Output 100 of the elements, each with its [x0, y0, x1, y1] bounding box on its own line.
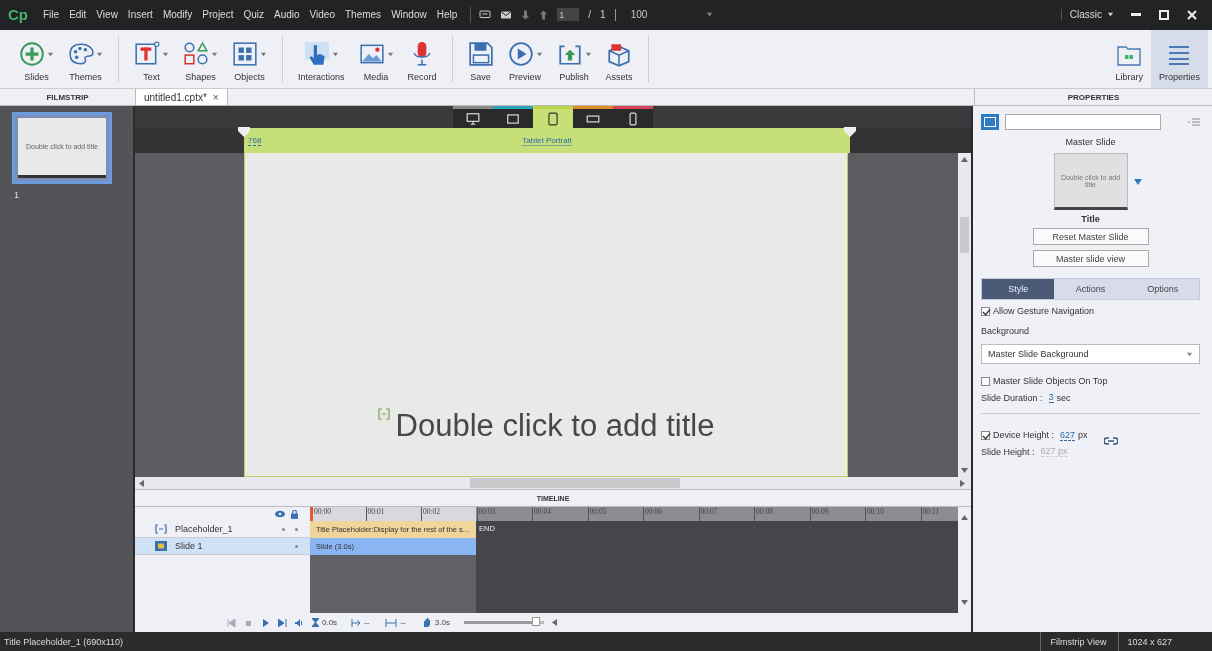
toolbar-button[interactable]: Preview [500, 29, 550, 89]
field-label: Slide Duration : [981, 392, 1043, 403]
toolbar-button[interactable]: Text [127, 29, 176, 89]
background-dropdown[interactable]: Master Slide Background [981, 344, 1200, 365]
play-icon[interactable] [261, 618, 270, 627]
name-field[interactable] [1005, 114, 1161, 131]
skip-start-icon[interactable] [227, 618, 236, 627]
width-value: 768 [248, 135, 262, 146]
link-icon[interactable] [1103, 435, 1118, 446]
device-tab[interactable] [573, 106, 613, 129]
left-arrow-icon [139, 479, 144, 487]
lead-in-time: -- [364, 618, 370, 628]
span-time: -- [400, 618, 406, 628]
plus-circle-icon [19, 41, 45, 68]
menu-item[interactable]: Edit [64, 9, 92, 21]
slide-type-icon [981, 114, 999, 131]
up-arrow-icon [961, 157, 968, 163]
toolbar-button[interactable]: Assets [598, 29, 640, 89]
menu-item[interactable]: Help [431, 9, 463, 21]
menu-item[interactable]: Project [197, 9, 239, 21]
up-arrow-icon[interactable] [539, 9, 549, 20]
title-placeholder[interactable]: Double click to add title [395, 408, 715, 445]
comment-icon[interactable] [479, 8, 492, 21]
speaker-icon[interactable] [295, 618, 304, 627]
tablet-icon [506, 111, 520, 126]
panel-tab[interactable]: Actions [1054, 279, 1127, 300]
menu-item[interactable]: View [91, 9, 123, 21]
hourglass-icon [312, 618, 319, 628]
dropdown-arrow-icon[interactable] [1133, 178, 1142, 185]
close-tab-button[interactable]: × [212, 91, 219, 103]
toolbar-button[interactable]: Media [351, 29, 401, 89]
device-tab[interactable] [453, 106, 493, 129]
handle-icon[interactable] [844, 127, 856, 138]
toolbar-button[interactable]: Interactions [291, 29, 352, 89]
maximize-icon [1159, 9, 1169, 20]
device-tab[interactable] [493, 106, 533, 129]
status-text: Title Placeholder_1 (690x110) [4, 636, 124, 647]
view-mode-button[interactable]: Filmstrip View [1039, 632, 1119, 651]
caret-icon [1186, 350, 1193, 358]
minimize-icon [1131, 13, 1141, 17]
caret-icon [162, 50, 169, 58]
menu-item[interactable]: Window [386, 9, 432, 21]
toolbar-button[interactable]: Objects [225, 29, 274, 89]
caret-icon [211, 50, 218, 58]
action-button[interactable]: Master slide view [1032, 250, 1149, 268]
checkbox[interactable]: Master Slide Objects On Top [981, 376, 1200, 387]
up-arrow-icon [961, 515, 968, 521]
box-icon [606, 41, 633, 68]
down-arrow-icon[interactable] [521, 9, 531, 20]
action-button[interactable]: Reset Master Slide [1032, 228, 1149, 246]
panel-tab[interactable]: Style [982, 279, 1055, 300]
height-value[interactable]: 627 [1060, 429, 1076, 441]
menu-item[interactable]: File [38, 9, 65, 21]
caret-icon [386, 50, 394, 58]
span-icon [385, 618, 398, 627]
horizontal-scrollbar[interactable] [135, 477, 971, 491]
panel-title: PROPERTIES [1067, 92, 1120, 102]
skip-end-icon[interactable] [278, 618, 287, 627]
layout-name: Title [1081, 214, 1100, 225]
down-arrow-icon [961, 468, 968, 474]
toolbar-button[interactable]: Publish [549, 29, 599, 89]
workspace-dropdown[interactable]: Classic [1060, 9, 1122, 21]
duration-value[interactable]: 3 [1048, 392, 1054, 404]
checkbox[interactable]: Allow Gesture Navigation [981, 306, 1200, 317]
hand-pointer-icon [303, 41, 330, 68]
down-arrow-icon [961, 600, 968, 606]
field-label: Slide Height : [981, 446, 1035, 457]
document-tab[interactable]: untitled1.cptx* × [136, 89, 228, 106]
checkmark-icon [982, 307, 991, 317]
toolbar-button[interactable]: Library [1107, 29, 1151, 89]
tablet-icon [546, 111, 560, 126]
caret-icon [1107, 11, 1114, 19]
toolbar-button[interactable]: Properties [1150, 29, 1208, 89]
caret-icon [47, 50, 54, 58]
menu-item[interactable]: Audio [269, 9, 305, 21]
mail-icon[interactable] [500, 8, 513, 21]
menu-item[interactable]: Themes [340, 9, 387, 21]
vertical-scrollbar[interactable] [958, 153, 971, 478]
menu-item[interactable]: Modify [157, 9, 198, 21]
menu-item[interactable]: Insert [122, 9, 158, 21]
eye-icon[interactable] [275, 510, 285, 519]
panel-tab[interactable]: Options [1126, 279, 1199, 300]
menu-item[interactable]: Quiz [238, 9, 269, 21]
toolbar-button[interactable]: Slides [12, 29, 61, 89]
toolbar-button[interactable]: Save [460, 29, 501, 89]
visibility-dot [295, 527, 298, 531]
lock-icon[interactable] [291, 509, 298, 519]
menu-item[interactable]: Video [304, 9, 340, 21]
close-icon [1187, 9, 1197, 20]
checkbox[interactable]: Device Height : [981, 430, 1055, 441]
zoom-arrow-icon[interactable] [551, 619, 557, 627]
toolbar-button[interactable]: Themes [61, 29, 110, 89]
page-field[interactable]: 1 [557, 8, 580, 22]
toolbar-button[interactable]: Record [400, 29, 444, 89]
caret-icon [535, 50, 543, 58]
handle-icon[interactable] [238, 127, 250, 138]
device-tab[interactable] [613, 106, 653, 129]
layer-row[interactable]: Slide 1 [135, 538, 310, 556]
phone-icon [626, 111, 640, 126]
toolbar-button[interactable]: Shapes [176, 29, 225, 89]
